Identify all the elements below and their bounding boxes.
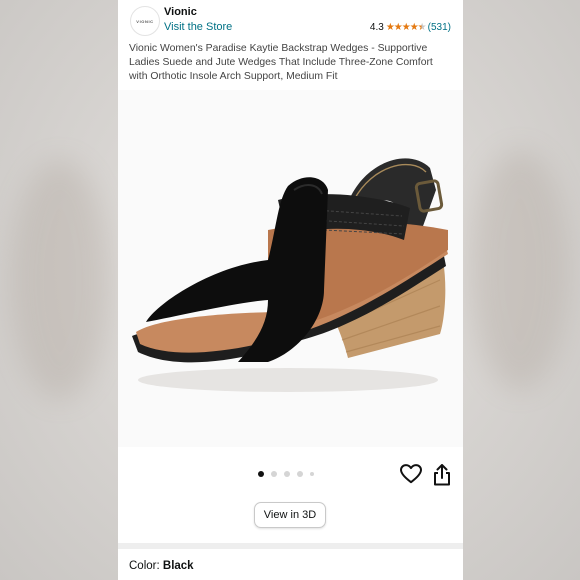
color-value: Black	[162, 560, 194, 572]
pagination-dot[interactable]	[310, 472, 314, 476]
color-selection: Color: Black	[129, 560, 194, 572]
brand-logo-text: VIONIC	[136, 18, 154, 24]
background-blur-shape	[470, 150, 570, 390]
background-blur-shape	[10, 160, 110, 400]
product-title: Vionic Women's Paradise Kaytie Backstrap…	[129, 43, 433, 82]
product-image[interactable]	[118, 90, 463, 447]
share-button[interactable]	[432, 464, 452, 486]
brand-logo[interactable]: VIONIC	[130, 6, 160, 36]
sandal-illustration	[132, 158, 448, 392]
color-label: Color:	[129, 560, 160, 572]
rating-count: (531)	[427, 22, 451, 33]
pagination-dot[interactable]	[271, 471, 277, 477]
brand-name: Vionic	[164, 6, 197, 18]
share-icon	[434, 464, 450, 486]
visit-store-link[interactable]: Visit the Store	[164, 21, 232, 33]
product-card: VIONIC Vionic Visit the Store 4.3 ★★★★★ …	[118, 0, 463, 580]
heart-icon	[400, 464, 422, 484]
favorite-button[interactable]	[400, 464, 422, 484]
rating-summary[interactable]: 4.3 ★★★★★ (531)	[370, 22, 451, 33]
star-rating-icon: ★★★★★	[385, 22, 427, 33]
view-in-3d-button[interactable]: View in 3D	[254, 502, 326, 528]
section-divider	[118, 543, 463, 549]
store-header: VIONIC Vionic Visit the Store 4.3 ★★★★★ …	[118, 0, 463, 40]
image-pagination	[258, 471, 314, 477]
pagination-dot[interactable]	[297, 471, 303, 477]
shadow-shape	[138, 368, 438, 392]
rating-value: 4.3	[369, 22, 384, 33]
pagination-dot[interactable]	[258, 471, 264, 477]
pagination-dot[interactable]	[284, 471, 290, 477]
